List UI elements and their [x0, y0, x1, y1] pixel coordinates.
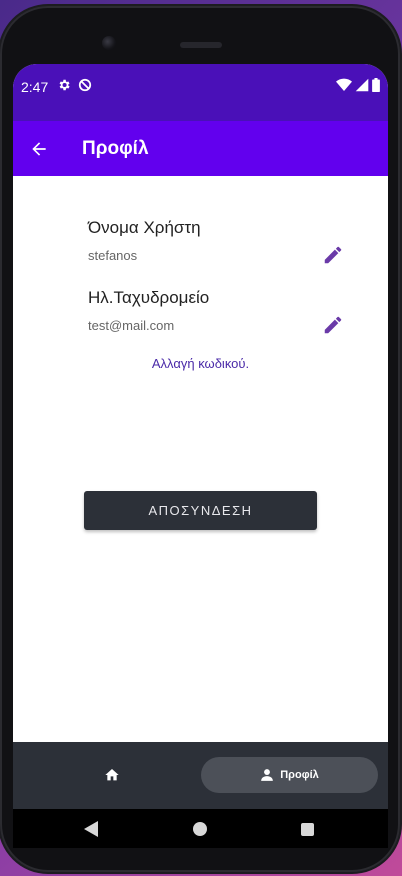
settings-icon [57, 78, 71, 92]
pencil-icon [324, 316, 342, 334]
front-camera [102, 36, 116, 50]
pencil-icon [324, 246, 342, 264]
nav-item-profile-label: Προφίλ [280, 769, 319, 781]
arrow-back-icon [32, 142, 46, 156]
nav-item-profile[interactable]: Προφίλ [201, 757, 378, 793]
edit-username-button[interactable] [322, 244, 344, 266]
change-password-link[interactable]: Αλλαγή κωδικού. [13, 356, 388, 371]
nav-item-home[interactable] [85, 759, 139, 791]
username-label: Όνομα Χρήστη [88, 218, 201, 237]
edit-email-button[interactable] [322, 314, 344, 336]
system-recents-button[interactable] [301, 823, 314, 836]
triangle-back-icon [84, 821, 98, 837]
earpiece-speaker [180, 42, 222, 48]
logout-button[interactable]: ΑΠΟΣΥΝΔΕΣΗ [84, 491, 317, 530]
battery-icon [372, 78, 380, 92]
system-home-button[interactable] [193, 822, 207, 836]
bottom-nav: Προφίλ [13, 742, 388, 809]
back-button[interactable] [25, 135, 53, 163]
username-value: stefanos [88, 248, 138, 263]
email-label: Ηλ.Ταχυδρομείο [88, 288, 210, 307]
page-title: Προφίλ [82, 138, 149, 159]
system-nav-bar [13, 809, 388, 848]
status-time: 2:47 [21, 79, 49, 95]
status-right-icons [336, 78, 380, 92]
phone-frame: 2:47 Προφίλ Όνομα Χρήστη stefanos Ηλ.Ταχ… [0, 6, 400, 872]
status-bar: 2:47 [13, 64, 388, 121]
profile-content: Όνομα Χρήστη stefanos Ηλ.Ταχυδρομείο tes… [13, 176, 388, 742]
email-value: test@mail.com [88, 318, 175, 333]
system-back-button[interactable] [84, 821, 98, 842]
wifi-icon [336, 78, 352, 92]
app-bar: Προφίλ [13, 121, 388, 176]
sync-icon [78, 78, 92, 92]
person-icon [261, 769, 274, 781]
screen: 2:47 Προφίλ Όνομα Χρήστη stefanos Ηλ.Ταχ… [13, 64, 388, 848]
signal-icon [355, 78, 369, 92]
home-icon [105, 769, 119, 781]
